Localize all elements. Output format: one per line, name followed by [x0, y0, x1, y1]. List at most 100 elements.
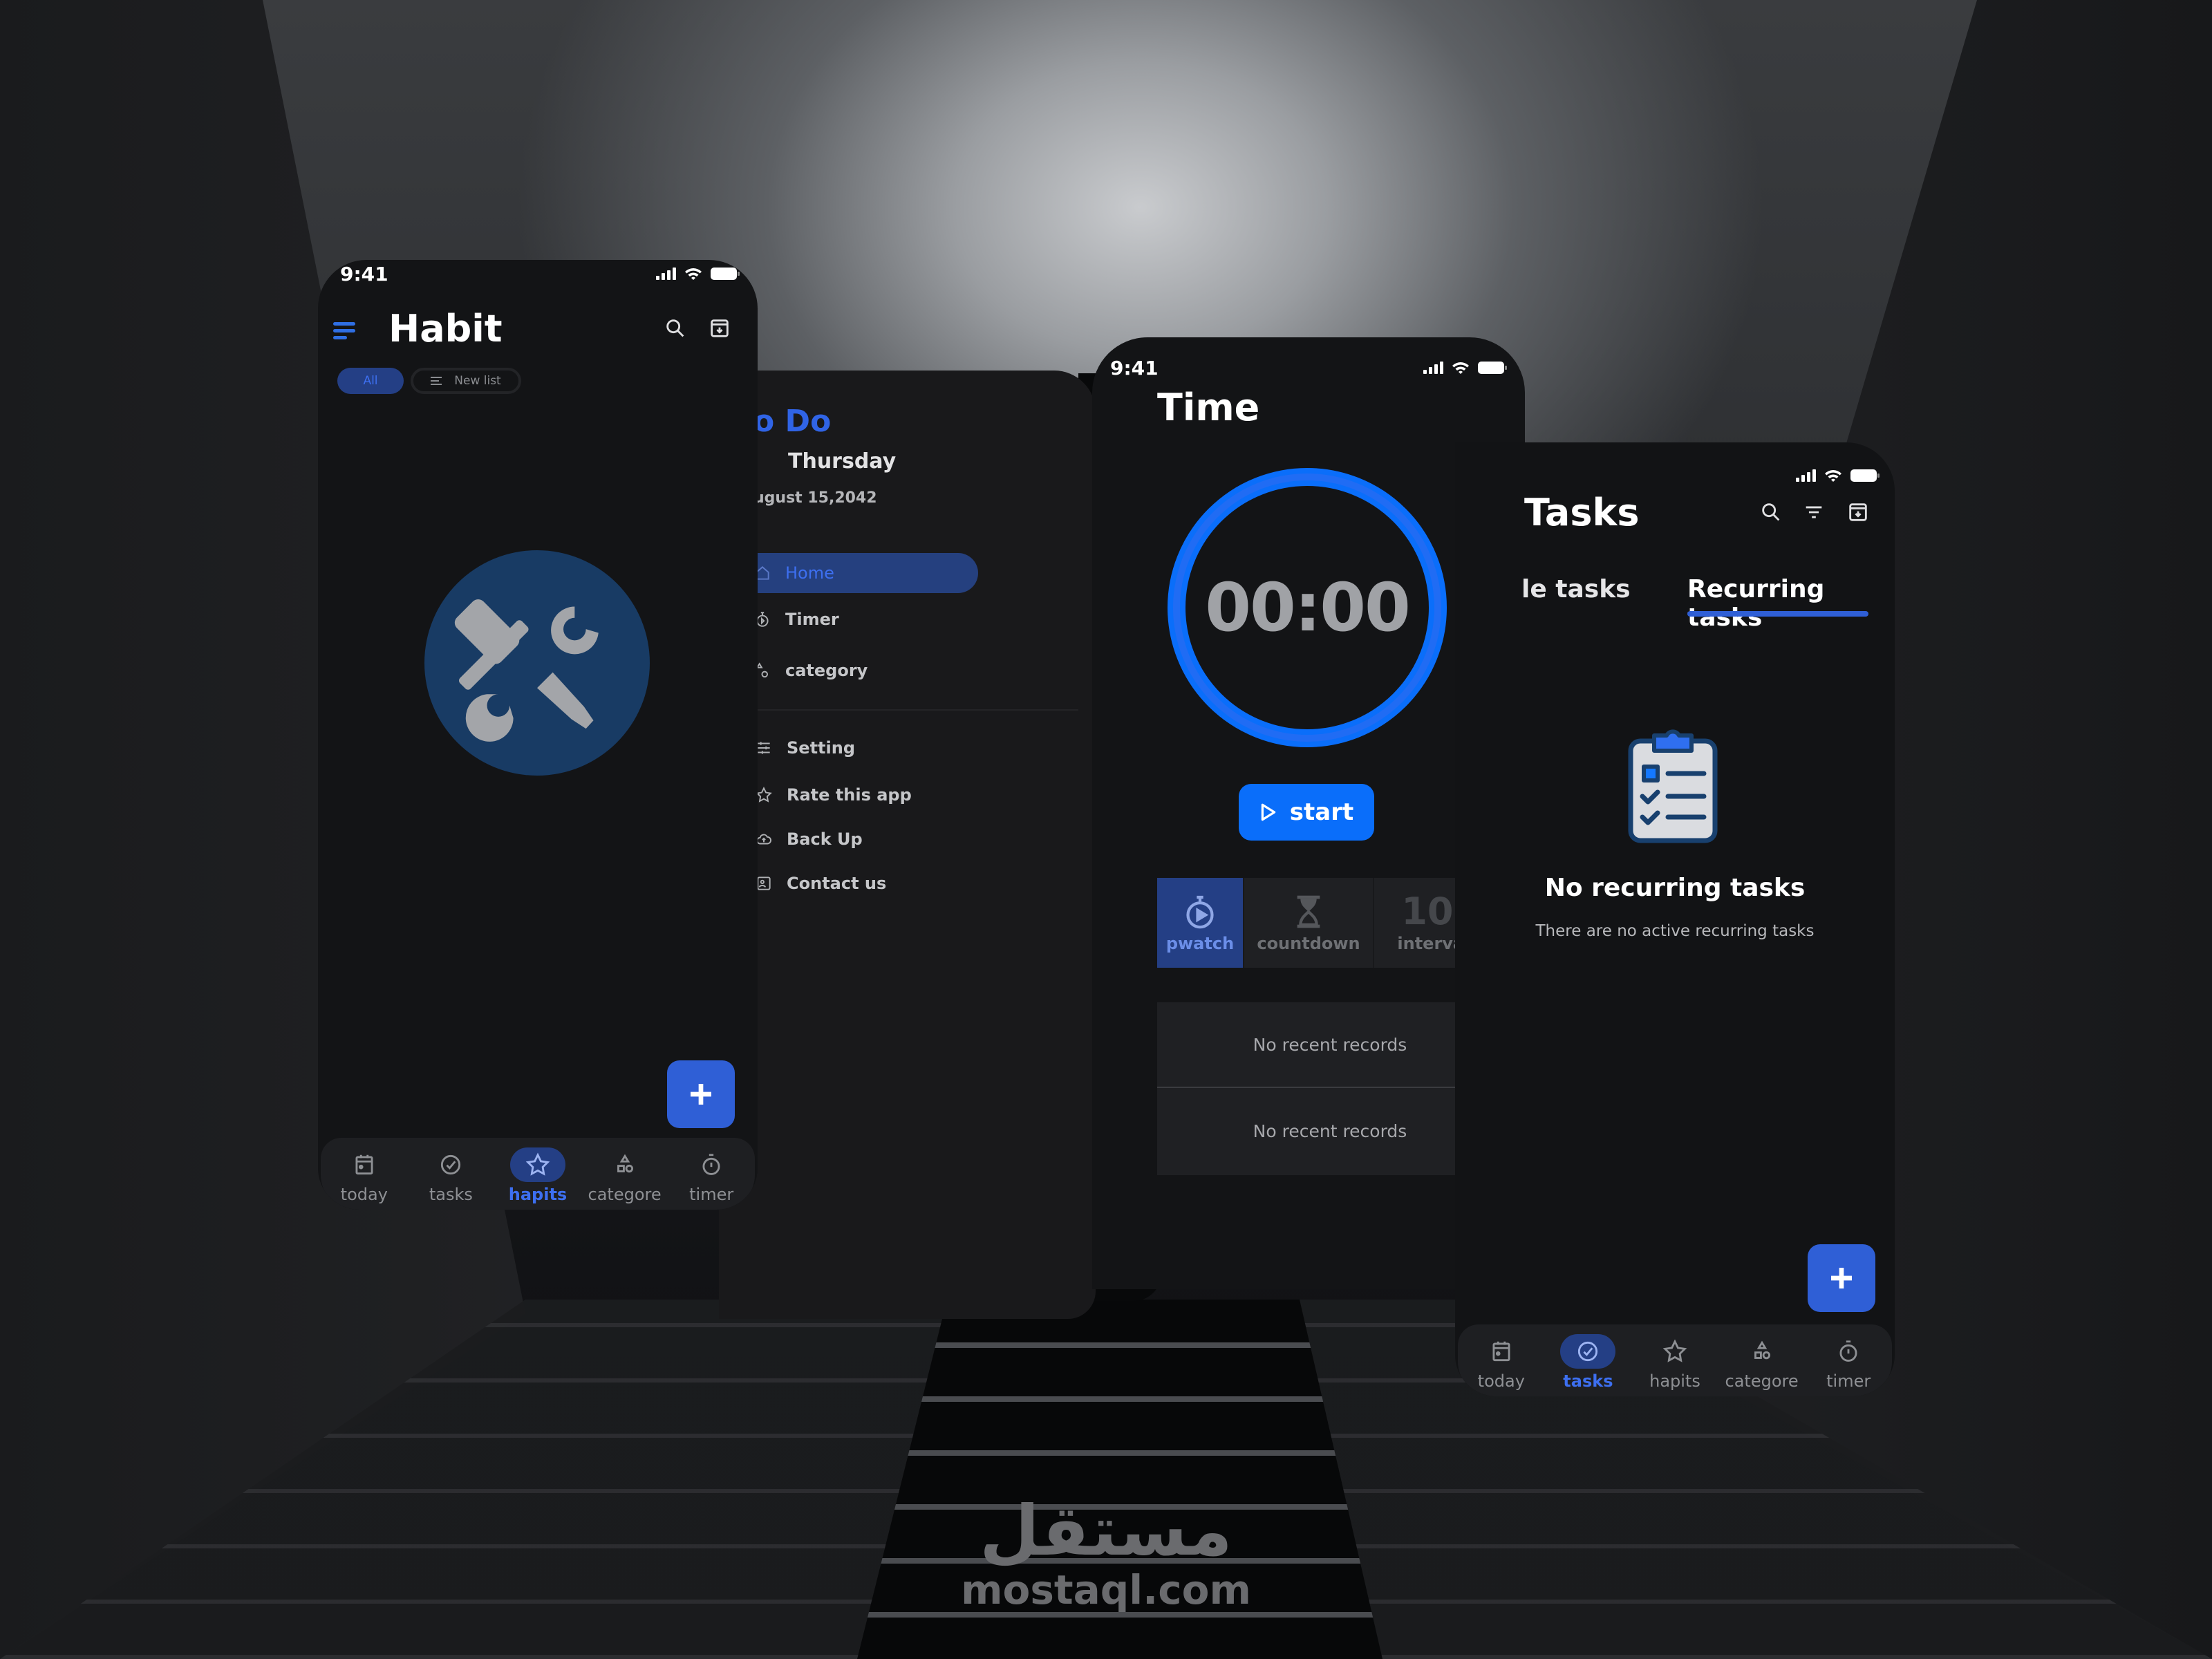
wifi-icon	[1825, 470, 1841, 482]
drawer-item-label: category	[785, 661, 868, 680]
star-icon	[1662, 1339, 1687, 1362]
drawer-item-home[interactable]: Home	[719, 553, 978, 593]
mode-stopwatch[interactable]: pwatch	[1157, 878, 1244, 968]
watermark: مستقل mostaql.com	[954, 1493, 1258, 1611]
nav-item-timer[interactable]: timer	[1810, 1334, 1886, 1391]
drawer-item-label: Rate this app	[787, 785, 912, 805]
drawer-divider	[753, 709, 1078, 711]
watermark-arabic: مستقل	[980, 1490, 1232, 1571]
check-circle-icon	[441, 1154, 461, 1175]
nav-label: today	[340, 1185, 388, 1204]
drawer-item-label: Setting	[787, 738, 855, 758]
plus-icon	[691, 1084, 711, 1105]
record-row: No recent records	[1253, 1121, 1407, 1141]
mode-label: pwatch	[1165, 934, 1235, 953]
start-label: start	[1289, 798, 1354, 826]
nav-label: timer	[1826, 1371, 1871, 1391]
wifi-icon	[1452, 362, 1469, 374]
nav-item-habits[interactable]: hapits	[500, 1147, 576, 1204]
drawer-item-contact[interactable]: Contact us	[755, 874, 886, 893]
drawer-item-rate[interactable]: Rate this app	[755, 785, 912, 805]
tools-illustration	[424, 550, 650, 776]
timer-mode-selector: pwatch countdown 10s intervals	[1157, 878, 1503, 968]
battery-icon	[1478, 362, 1507, 374]
status-bar	[1455, 442, 1895, 484]
calendar-icon	[1492, 1341, 1510, 1362]
nav-item-category[interactable]: categore	[1724, 1334, 1800, 1391]
clipboard-checklist-icon	[1628, 729, 1718, 843]
battery-icon	[1850, 469, 1880, 482]
nav-item-tasks[interactable]: tasks	[1550, 1334, 1626, 1391]
drawer-date: ugust 15,2042	[753, 489, 877, 507]
status-bar: 9:41	[318, 260, 758, 301]
active-tab-indicator	[1687, 611, 1868, 617]
nav-item-timer[interactable]: timer	[673, 1147, 749, 1204]
status-time: 9:41	[340, 263, 388, 285]
drawer-item-setting[interactable]: Setting	[755, 738, 855, 758]
add-habit-button[interactable]	[667, 1060, 735, 1128]
nav-item-habits[interactable]: hapits	[1637, 1334, 1713, 1391]
mode-countdown[interactable]: countdown	[1244, 878, 1374, 968]
drawer-item-timer[interactable]: Timer	[753, 610, 839, 629]
archive-icon[interactable]	[1846, 500, 1870, 524]
plus-icon	[1831, 1268, 1852, 1288]
nav-label: today	[1477, 1371, 1525, 1391]
signal-icon	[1796, 469, 1816, 482]
tasks-screen: Tasks le tasks Recurring tasks No recurr…	[1455, 442, 1895, 1396]
add-task-button[interactable]	[1808, 1244, 1875, 1312]
chip-label: New list	[454, 374, 501, 388]
signal-icon	[1423, 362, 1443, 374]
drawer-day: Thursday	[788, 449, 897, 474]
drawer-item-label: Back Up	[787, 830, 863, 849]
nav-label: hapits	[1649, 1371, 1700, 1391]
bottom-nav: today tasks hapits categore timer	[321, 1138, 755, 1210]
nav-label: tasks	[429, 1185, 473, 1204]
check-circle-icon	[1578, 1341, 1598, 1362]
nav-item-today[interactable]: today	[1463, 1334, 1539, 1391]
stopwatch-icon	[702, 1154, 720, 1175]
tools-icon	[454, 599, 599, 742]
wifi-icon	[685, 268, 702, 280]
bottom-nav: today tasks hapits categore timer	[1458, 1324, 1892, 1396]
shapes-icon	[617, 1154, 633, 1173]
filter-icon[interactable]	[1802, 500, 1826, 524]
calendar-icon	[355, 1154, 373, 1175]
star-icon	[525, 1152, 550, 1176]
page-title: Habit	[388, 307, 503, 350]
archive-icon[interactable]	[708, 317, 731, 340]
search-icon[interactable]	[1759, 500, 1783, 524]
mode-label: countdown	[1257, 934, 1360, 953]
filter-chip-new-list[interactable]: New list	[411, 368, 521, 394]
search-icon[interactable]	[664, 317, 687, 340]
navigation-drawer: o Do Thursday ugust 15,2042 Home Timer c…	[719, 371, 1096, 1319]
drawer-item-backup[interactable]: Back Up	[755, 830, 863, 849]
nav-label: hapits	[508, 1185, 568, 1204]
nav-label: tasks	[1563, 1371, 1613, 1391]
nav-item-tasks[interactable]: tasks	[413, 1147, 489, 1204]
nav-label: categore	[588, 1185, 662, 1204]
filter-chip-all[interactable]: All	[337, 368, 404, 394]
record-row: No recent records	[1157, 1002, 1503, 1088]
list-add-icon	[431, 377, 442, 385]
nav-item-category[interactable]: categore	[587, 1147, 663, 1204]
play-icon	[1261, 803, 1275, 821]
tab-single-tasks[interactable]: le tasks	[1521, 575, 1631, 603]
menu-button[interactable]	[333, 322, 355, 341]
signal-icon	[656, 268, 676, 280]
timer-display: 00:00	[1205, 569, 1411, 646]
empty-state-subtitle: There are no active recurring tasks	[1535, 922, 1815, 940]
page-title: Time	[1157, 386, 1260, 429]
drawer-item-label: Home	[785, 563, 834, 583]
drawer-item-label: Contact us	[787, 874, 887, 893]
tab-recurring-tasks[interactable]: Recurring tasks	[1687, 575, 1895, 632]
stopwatch-icon	[1839, 1340, 1857, 1362]
nav-item-today[interactable]: today	[326, 1147, 402, 1204]
start-button[interactable]: start	[1239, 784, 1374, 841]
nav-label: categore	[1725, 1371, 1799, 1391]
drawer-item-label: Timer	[785, 610, 839, 629]
app-title: o Do	[753, 404, 832, 439]
nav-label: timer	[689, 1185, 734, 1204]
empty-state-title: No recurring tasks	[1544, 874, 1806, 902]
page-title: Tasks	[1524, 491, 1640, 534]
drawer-item-category[interactable]: category	[753, 661, 868, 680]
